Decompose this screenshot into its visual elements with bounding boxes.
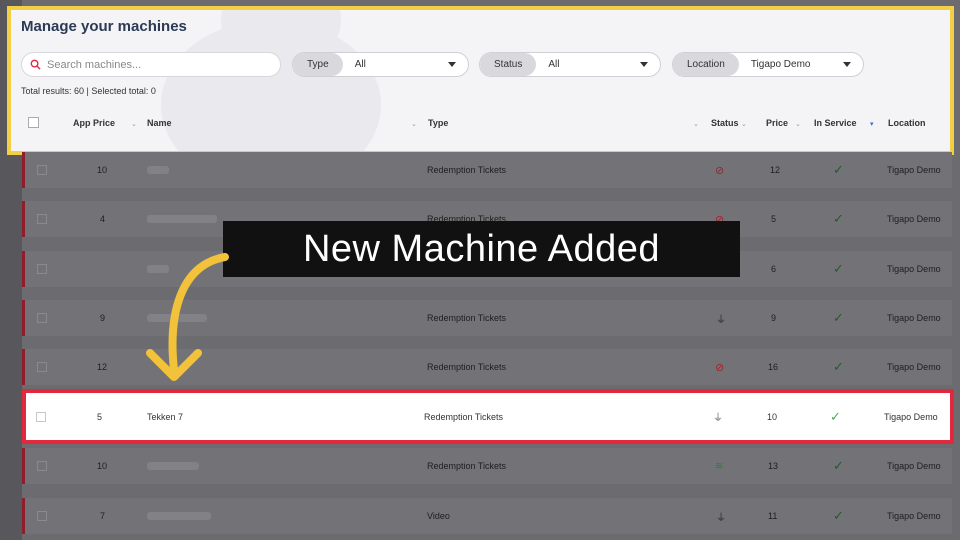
sort-icon[interactable]: ⌄ [741,120,747,128]
cell-name-blurred [147,512,211,520]
cell-type: Redemption Tickets [427,313,507,323]
cell-location: Tigapo Demo [887,461,941,471]
sort-icon[interactable]: ⌄ [411,120,417,128]
chevron-down-icon [640,62,648,67]
row-checkbox[interactable] [36,411,46,422]
cell-type: Video [427,511,450,521]
cell-app-price: 9 [100,313,106,323]
check-icon: ✓ [830,408,841,424]
chevron-down-icon [843,62,851,67]
row-checkbox[interactable] [37,214,47,224]
cell-app-price: 12 [97,362,108,372]
cell-name-blurred [147,462,199,470]
annotation-arrow-icon [146,253,229,381]
no-wifi-icon: ⊘ [715,164,725,177]
row-checkbox[interactable] [37,461,47,471]
cell-app-price: 10 [97,165,108,175]
status-filter-value: All [548,59,560,70]
search-input[interactable] [47,58,267,71]
cell-type: Redemption Tickets [427,165,507,175]
column-header-name[interactable]: Name [147,118,172,128]
cell-type: Redemption Tickets [427,362,507,372]
cell-price: 13 [768,461,779,471]
sort-icon[interactable]: ⌄ [693,120,699,128]
location-filter[interactable]: Location Tigapo Demo [672,52,864,77]
status-filter[interactable]: Status All [479,52,661,77]
chevron-down-icon [448,62,456,67]
table-row[interactable]: 10 Redemption Tickets ≋ 13 ✓ Tigapo Demo [22,448,952,484]
column-header-location[interactable]: Location [888,118,926,128]
type-filter[interactable]: Type All [292,52,469,77]
cell-price: 5 [771,214,777,224]
no-wifi-icon: ⊘ [715,361,725,374]
row-checkbox[interactable] [37,264,47,274]
column-header-price[interactable]: Price [766,118,788,128]
cell-location: Tigapo Demo [887,214,941,224]
cell-name: Tekken 7 [147,411,184,422]
plug-icon: ⏚ [713,413,723,424]
cell-location: Tigapo Demo [887,362,941,372]
row-checkbox[interactable] [37,362,47,372]
cell-price: 10 [767,411,778,422]
search-field[interactable] [21,52,281,77]
type-filter-value: All [354,59,366,70]
cell-price: 16 [768,362,779,372]
select-all-checkbox[interactable] [28,117,39,128]
cell-location: Tigapo Demo [887,313,941,323]
page-title: Manage your machines [21,18,187,35]
check-icon: ✓ [833,261,844,276]
cell-name-blurred [147,166,169,174]
wifi-icon: ≋ [715,460,724,472]
sort-icon[interactable]: ⌄ [795,120,801,128]
cell-name-blurred [147,215,217,223]
type-filter-label: Type [293,53,343,76]
column-header-in-service[interactable]: In Service [814,118,857,128]
cell-price: 6 [771,264,777,274]
plug-icon: ⏚ [716,314,726,326]
status-filter-label: Status [480,53,537,76]
filter-header-panel: Manage your machines Type All Status All… [7,6,954,155]
column-header-status[interactable]: Status [711,118,739,128]
check-icon: ✓ [833,508,844,523]
table-row[interactable]: 7 Video ⏚ 11 ✓ Tigapo Demo [22,498,952,534]
check-icon: ✓ [833,162,844,177]
cell-price: 12 [770,165,781,175]
row-checkbox[interactable] [37,511,47,521]
search-icon [30,59,41,70]
column-header-type[interactable]: Type [428,118,448,128]
row-checkbox[interactable] [37,165,47,175]
check-icon: ✓ [833,211,844,226]
column-header-app-price[interactable]: App Price [73,118,115,128]
check-icon: ✓ [833,359,844,374]
cell-price: 9 [771,313,777,323]
cell-type: Redemption Tickets [427,461,507,471]
cell-app-price: 4 [100,214,106,224]
cell-location: Tigapo Demo [887,165,941,175]
cell-price: 11 [768,511,778,521]
cell-app-price: 5 [97,411,103,422]
cell-app-price: 10 [97,461,108,471]
sort-active-icon[interactable]: ▾ [870,120,874,128]
check-icon: ✓ [833,310,844,325]
location-filter-value: Tigapo Demo [750,59,811,70]
cell-app-price: 7 [100,511,106,521]
location-filter-label: Location [673,53,739,76]
check-icon: ✓ [833,458,844,473]
cell-type: Redemption Tickets [424,411,504,422]
cell-location: Tigapo Demo [884,411,938,422]
annotation-banner: New Machine Added [223,221,740,277]
new-machine-row[interactable]: 5 Tekken 7 Redemption Tickets ⏚ 10 ✓ Tig… [22,389,954,444]
plug-icon: ⏚ [716,512,726,524]
row-checkbox[interactable] [37,313,47,323]
results-summary: Total results: 60 | Selected total: 0 [21,86,156,96]
cell-location: Tigapo Demo [887,264,941,274]
sort-icon[interactable]: ⌄ [131,120,137,128]
table-row[interactable]: 10 Redemption Tickets ⊘ 12 ✓ Tigapo Demo [22,152,952,188]
cell-location: Tigapo Demo [887,511,941,521]
